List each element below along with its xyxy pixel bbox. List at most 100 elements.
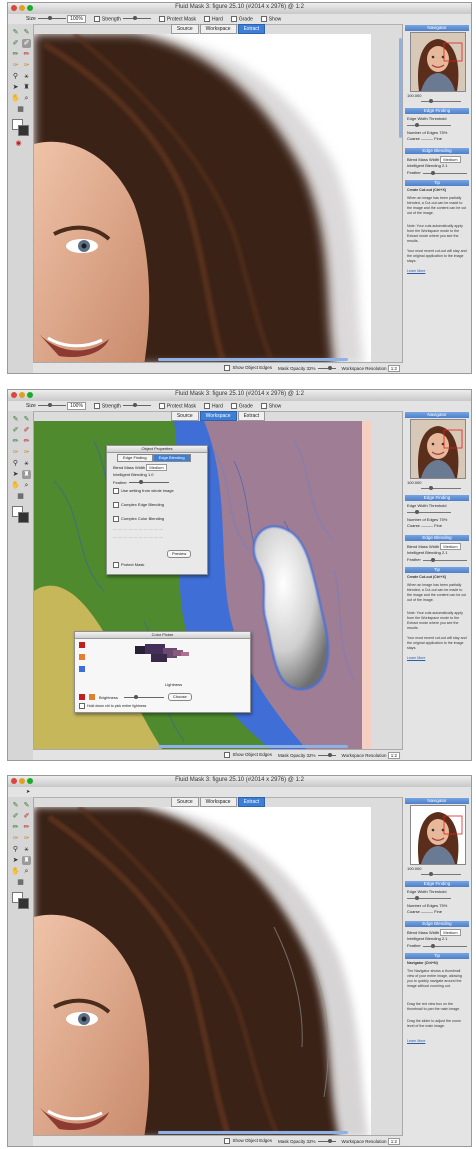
horizontal-scrollbar[interactable] [158,358,348,361]
color-swatch[interactable] [79,654,85,660]
edge-width-slider[interactable] [407,123,451,127]
complex-edge-checkbox[interactable]: Complex Edge Blending [113,502,164,508]
image-canvas[interactable] [34,807,371,1138]
delete-brush-icon[interactable]: ✐ [22,426,31,435]
patch-brush-icon[interactable]: ✎ [22,415,31,424]
zoom-slider[interactable] [421,486,461,490]
fill-delete-icon[interactable]: ✏ [22,437,31,446]
show-checkbox[interactable]: Show [261,16,282,22]
horizontal-scrollbar[interactable] [158,1131,348,1134]
learn-more-link[interactable]: Learn More [407,1039,468,1044]
strength-control[interactable]: Strength [94,16,151,22]
zoom-value[interactable]: 100.000 [407,866,421,871]
local-blend-icon[interactable]: ✑ [22,61,31,70]
fill-delete-icon[interactable]: ✏ [22,50,31,59]
navigator-thumbnail[interactable] [410,419,466,479]
blend-width-row[interactable]: Blend Mass Width Medium [407,156,461,163]
blend-brush-icon[interactable]: ✑ [11,448,20,457]
orange-swatch[interactable] [89,694,95,700]
tab-source[interactable]: Source [170,24,199,34]
blend-brush-icon[interactable]: ✑ [11,61,20,70]
blend-width-row[interactable]: Blend Mass Width Medium [113,464,167,471]
strength-control[interactable]: Strength [94,403,151,409]
magic-wand-icon[interactable]: ⚹ [22,459,31,468]
keep-brush-icon[interactable]: ✐ [11,812,20,821]
navigator-thumbnail[interactable] [410,805,466,865]
stamp-icon[interactable]: ♜ [22,83,31,92]
zoom-icon[interactable]: ⌕ [22,481,31,490]
zoom-value[interactable]: 100.000 [407,480,421,485]
show-checkbox[interactable]: Show [261,403,282,409]
delete-brush-icon[interactable]: ✐ [22,812,31,821]
pointer-icon[interactable]: ➤ [11,470,20,479]
keep-brush-icon[interactable]: ✐ [11,39,20,48]
fill-keep-icon[interactable]: ✏ [11,823,20,832]
checker-icon[interactable]: ▦ [16,878,25,887]
mask-opacity-control[interactable]: Mask Opacity 32% [278,366,336,371]
eyedropper-icon[interactable]: ⚲ [11,459,20,468]
feather-row[interactable]: Feather [113,480,169,485]
entire-lightness-checkbox[interactable]: Hold down ctrl to pick entire lightness [79,703,146,709]
tab-source[interactable]: Source [170,797,199,807]
show-edges-checkbox[interactable]: Show Object Edges [224,1138,272,1144]
brightness-slider[interactable] [123,694,164,699]
fill-keep-icon[interactable]: ✏ [11,50,20,59]
delete-brush-icon[interactable]: ✐ [22,39,31,48]
horizontal-scrollbar[interactable] [158,745,348,748]
workspace-canvas[interactable]: Object Properties Edge Finding Edge Blen… [34,421,371,752]
workspace-resolution-control[interactable]: Workspace Resolution 1:2 [342,751,400,759]
local-blend-icon[interactable]: ✑ [22,834,31,843]
protect-mask-checkbox[interactable]: Protect Mask [159,403,196,409]
blend-width-row[interactable]: Blend Mass Width Medium [407,543,461,550]
fill-delete-icon[interactable]: ✏ [22,823,31,832]
show-edges-checkbox[interactable]: Show Object Edges [224,365,272,371]
magic-wand-icon[interactable]: ⚹ [22,845,31,854]
hand-icon[interactable]: ✋ [11,867,20,876]
protect-mask-checkbox[interactable]: Protect Mask [159,16,196,22]
preview-button[interactable]: Preview [167,550,192,558]
feather-slider[interactable] [423,944,467,948]
hand-icon[interactable]: ✋ [11,481,20,490]
navigator-thumbnail[interactable] [410,32,466,92]
color-swatch[interactable] [79,642,85,648]
zoom-value[interactable]: 100.000 [407,93,421,98]
pointer-icon[interactable]: ➤ [11,83,20,92]
zoom-slider[interactable] [421,99,461,103]
feather-slider[interactable] [423,558,467,562]
grade-checkbox[interactable]: Grade [231,16,253,22]
edge-width-slider[interactable] [407,510,451,514]
zoom-icon[interactable]: ⌕ [22,94,31,103]
use-setting-checkbox[interactable]: Use setting from whole image [113,488,174,494]
mask-toggle-icon[interactable]: ◉ [14,139,23,148]
edge-width-slider[interactable] [407,896,451,900]
checker-icon[interactable]: ▦ [16,105,25,114]
workspace-resolution-control[interactable]: Workspace Resolution 1:2 [342,364,400,372]
pointer-icon[interactable]: ➤ [11,856,20,865]
color-swatch[interactable] [79,666,85,672]
patch-brush-icon[interactable]: ✎ [22,28,31,37]
local-blend-icon[interactable]: ✑ [22,448,31,457]
fill-keep-icon[interactable]: ✏ [11,437,20,446]
tab-edge-finding[interactable]: Edge Finding [117,454,153,462]
tab-workspace[interactable]: Workspace [199,411,237,421]
image-canvas[interactable] [34,34,371,365]
blend-brush-icon[interactable]: ✑ [11,834,20,843]
mask-opacity-control[interactable]: Mask Opacity 32% [278,753,336,758]
brush-icon[interactable]: ✎ [11,801,20,810]
tab-extract[interactable]: Extract [237,797,266,807]
tab-workspace[interactable]: Workspace [199,24,237,34]
stamp-icon[interactable]: ♜ [22,856,31,865]
red-swatch[interactable] [79,694,85,700]
hard-checkbox[interactable]: Hard [204,403,223,409]
hand-icon[interactable]: ✋ [11,94,20,103]
zoom-slider[interactable] [421,872,461,876]
tab-source[interactable]: Source [170,411,199,421]
background-swatch[interactable] [18,512,29,523]
complex-color-checkbox[interactable]: Complex Color Blending [113,516,164,522]
tab-edge-blending[interactable]: Edge Blending [152,454,191,462]
checker-icon[interactable]: ▦ [16,492,25,501]
workspace-resolution-control[interactable]: Workspace Resolution 1:2 [342,1137,400,1145]
brush-icon[interactable]: ✎ [11,415,20,424]
background-swatch[interactable] [18,125,29,136]
tab-workspace[interactable]: Workspace [199,797,237,807]
